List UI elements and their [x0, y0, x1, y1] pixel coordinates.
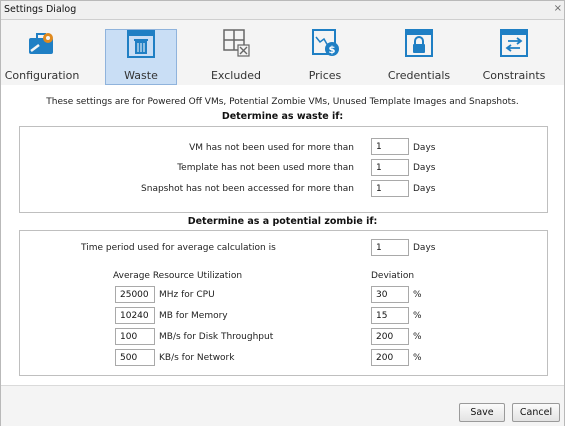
tab-excluded-label: Excluded	[210, 69, 262, 82]
cpu-label: MHz for CPU	[159, 290, 215, 300]
svg-text:$: $	[329, 45, 336, 56]
cpu-mhz-input[interactable]	[115, 286, 155, 303]
snapshot-unused-unit: Days	[413, 184, 436, 194]
dialog-title: Settings Dialog	[4, 4, 77, 15]
snapshot-unused-days-input[interactable]	[371, 180, 409, 197]
vm-unused-unit: Days	[413, 143, 436, 153]
briefcase-gear-icon	[29, 33, 53, 54]
network-deviation-unit: %	[413, 353, 422, 363]
template-unused-label: Template has not been used more than	[177, 163, 354, 173]
zombie-heading: Determine as a potential zombie if:	[187, 216, 378, 227]
deviation-header: Deviation	[371, 271, 415, 281]
zombie-criteria-box: Time period used for average calculation…	[19, 230, 548, 376]
memory-label: MB for Memory	[159, 311, 228, 321]
tab-excluded[interactable]: Excluded	[197, 29, 275, 83]
template-unused-days-input[interactable]	[371, 159, 409, 176]
waste-settings-panel: These settings are for Powered Off VMs, …	[1, 85, 564, 385]
disk-label: MB/s for Disk Throughput	[159, 332, 274, 342]
chart-dollar-icon: $	[312, 29, 339, 56]
memory-deviation-unit: %	[413, 311, 422, 321]
network-deviation-input[interactable]	[371, 349, 409, 366]
dialog-footer: Save Cancel	[1, 385, 564, 426]
tab-waste-label: Waste	[124, 69, 158, 82]
period-days-input[interactable]	[371, 239, 409, 256]
template-unused-unit: Days	[413, 163, 436, 173]
vm-unused-days-input[interactable]	[371, 138, 409, 155]
close-icon[interactable]: ×	[554, 3, 562, 14]
tab-configuration[interactable]: Configuration	[3, 29, 81, 83]
tab-waste[interactable]: Waste	[105, 29, 177, 85]
cancel-button[interactable]: Cancel	[512, 403, 560, 422]
tab-configuration-label: Configuration	[4, 69, 80, 82]
period-unit: Days	[413, 243, 436, 253]
memory-deviation-input[interactable]	[371, 307, 409, 324]
trash-can-icon	[127, 30, 155, 58]
excluded-grid-icon	[223, 29, 250, 57]
settings-dialog: Settings Dialog × Configuration Waste Ex…	[0, 0, 565, 426]
waste-criteria-box: VM has not been used for more than Days …	[19, 126, 548, 213]
network-kbs-input[interactable]	[115, 349, 155, 366]
disk-deviation-input[interactable]	[371, 328, 409, 345]
tab-prices-label: Prices	[308, 69, 342, 82]
tab-constraints[interactable]: Constraints	[475, 29, 553, 83]
memory-mb-input[interactable]	[115, 307, 155, 324]
arrows-window-icon	[500, 29, 528, 57]
intro-text: These settings are for Powered Off VMs, …	[46, 97, 519, 107]
tab-credentials-label: Credentials	[387, 69, 451, 82]
disk-throughput-input[interactable]	[115, 328, 155, 345]
lock-window-icon	[405, 29, 433, 57]
save-button[interactable]: Save	[459, 403, 505, 422]
tab-credentials[interactable]: Credentials	[377, 29, 461, 83]
tab-prices[interactable]: $ Prices	[286, 29, 364, 83]
network-label: KB/s for Network	[159, 353, 235, 363]
disk-deviation-unit: %	[413, 332, 422, 342]
title-bar: Settings Dialog ×	[1, 1, 564, 20]
cpu-deviation-unit: %	[413, 290, 422, 300]
period-label: Time period used for average calculation…	[81, 243, 276, 253]
utilization-header: Average Resource Utilization	[113, 271, 243, 281]
snapshot-unused-label: Snapshot has not been accessed for more …	[141, 184, 354, 194]
settings-toolbar: Configuration Waste Excluded $ Prices Cr…	[1, 20, 564, 85]
vm-unused-label: VM has not been used for more than	[189, 143, 354, 153]
cpu-deviation-input[interactable]	[371, 286, 409, 303]
waste-heading: Determine as waste if:	[221, 111, 344, 122]
tab-constraints-label: Constraints	[482, 69, 546, 82]
